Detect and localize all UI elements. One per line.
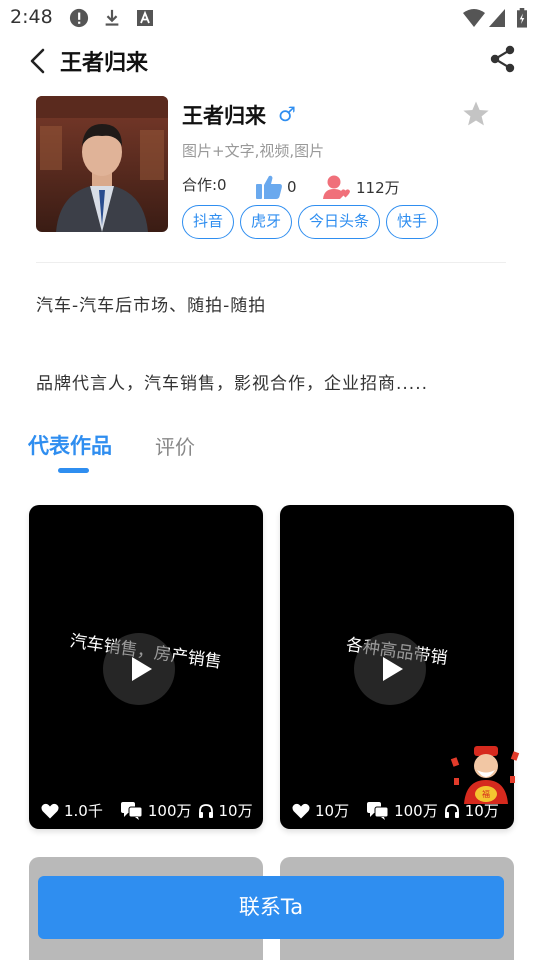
status-time: 2:48	[10, 6, 53, 28]
play-icon[interactable]	[103, 633, 175, 705]
likes-count: 10万	[315, 802, 350, 820]
platform-tag[interactable]: 抖音	[182, 205, 235, 239]
status-bar: 2:48	[0, 0, 540, 36]
cooperation-count: 合作:0	[182, 174, 227, 195]
gender-icon: ♂	[278, 102, 296, 126]
battery-icon	[517, 8, 527, 28]
comments-icon	[367, 801, 389, 820]
headphones-icon	[198, 803, 213, 818]
likes-count: 0	[287, 178, 297, 196]
page-title: 王者归来	[60, 51, 149, 76]
comments-count: 100万	[394, 802, 438, 820]
category-text: 汽车-汽车后市场、随拍-随拍	[36, 296, 267, 316]
contact-button[interactable]: 联系Ta	[38, 876, 504, 939]
tab-reviews[interactable]: 评价	[155, 431, 195, 460]
profile-name: 王者归来	[182, 104, 266, 128]
tab-indicator	[58, 468, 89, 473]
comments-icon	[120, 801, 143, 820]
back-arrow-icon[interactable]	[24, 46, 54, 76]
svg-text:福: 福	[482, 790, 490, 799]
god-of-wealth-mascot-icon[interactable]: 福	[448, 744, 524, 806]
share-icon[interactable]	[488, 44, 518, 74]
services-text: 品牌代言人，汽车销售，影视合作，企业招商.....	[36, 374, 429, 394]
content-types: 图片+文字,视频,图片	[182, 142, 325, 160]
alert-icon	[69, 8, 89, 28]
video-card[interactable]: 汽车销售，房产销售 1.0千 100万 10万	[29, 505, 263, 829]
divider	[36, 262, 506, 263]
platform-tags: 抖音 虎牙 今日头条 快手	[182, 205, 439, 239]
tab-works[interactable]: 代表作品	[28, 430, 112, 460]
download-icon	[105, 9, 119, 26]
wifi-icon	[463, 9, 485, 27]
video-stats: 1.0千 100万 10万	[41, 800, 253, 821]
fans-count: 112万	[356, 178, 400, 197]
likes-stat: 0	[255, 174, 297, 200]
avatar	[36, 96, 168, 232]
a-icon	[137, 10, 153, 26]
heart-icon	[292, 803, 310, 818]
user-fans-icon	[323, 175, 350, 199]
platform-tag[interactable]: 快手	[386, 205, 439, 239]
platform-tag[interactable]: 今日头条	[298, 205, 381, 239]
listens-count: 10万	[218, 802, 253, 820]
likes-count: 1.0千	[64, 802, 103, 820]
app-header: 王者归来	[0, 36, 540, 86]
play-icon[interactable]	[354, 633, 426, 705]
fans-stat: 112万	[322, 174, 400, 200]
cooperation-label: 合作:0	[182, 176, 227, 194]
comments-count: 100万	[147, 802, 192, 820]
heart-icon	[41, 803, 59, 818]
thumbs-up-icon	[256, 175, 282, 199]
signal-icon	[489, 9, 505, 27]
platform-tag[interactable]: 虎牙	[240, 205, 293, 239]
star-icon[interactable]	[462, 100, 490, 128]
